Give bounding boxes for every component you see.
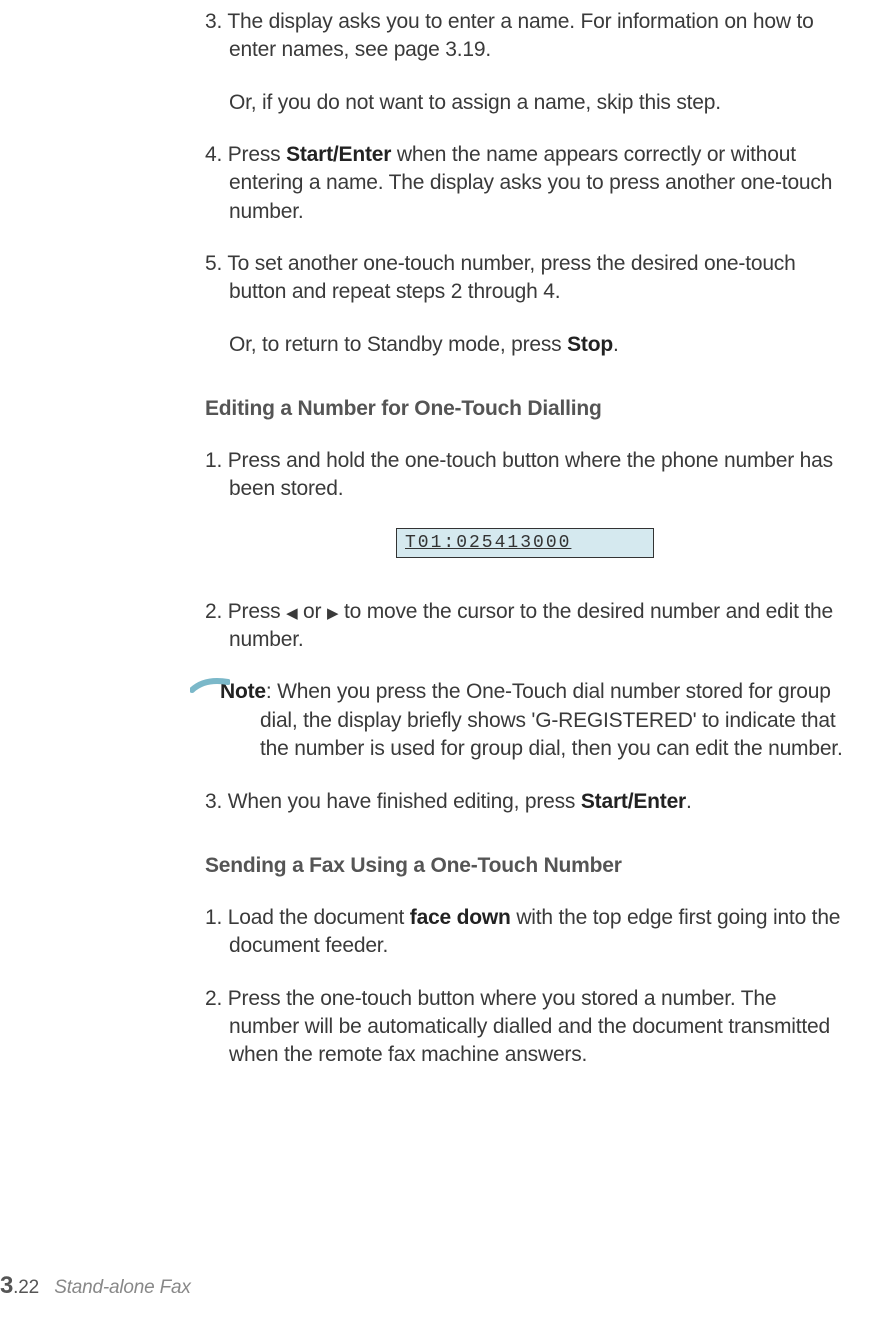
lcd-display: T01:025413000	[396, 528, 654, 558]
step-5-num: 5.	[205, 252, 227, 275]
right-arrow-icon: ▶	[327, 605, 338, 622]
fax-1-a: Load the document	[228, 906, 410, 929]
page-footer: 3.22 Stand-alone Fax	[0, 1272, 191, 1300]
edit-1-num: 1.	[205, 449, 228, 472]
edit-2-mid: or	[297, 600, 327, 623]
edit-3-num: 3.	[205, 790, 228, 813]
edit-3-a: When you have finished editing, press	[228, 790, 581, 813]
step-3-num: 3.	[205, 10, 227, 33]
left-arrow-icon: ◀	[286, 605, 297, 622]
edit-1-text: Press and hold the one-touch button wher…	[228, 449, 833, 500]
step-5-or-b: .	[613, 333, 619, 356]
note-block: Note: When you press the One-Touch dial …	[205, 678, 845, 763]
note-text: When you press the One-Touch dial number…	[260, 680, 843, 760]
edit-2-num: 2.	[205, 600, 228, 623]
page-title: Stand-alone Fax	[54, 1277, 190, 1298]
edit-step-2: 2. Press ◀ or ▶ to move the cursor to th…	[205, 598, 845, 655]
step-5-text: To set another one-touch number, press t…	[227, 252, 795, 303]
page-chapter: 3	[0, 1272, 13, 1299]
step-4-num: 4.	[205, 143, 228, 166]
swoosh-icon	[190, 674, 230, 694]
start-enter-label: Start/Enter	[286, 143, 391, 166]
edit-3-b: .	[686, 790, 692, 813]
step-5-or: Or, to return to Standby mode, press Sto…	[205, 331, 845, 359]
step-3-or: Or, if you do not want to assign a name,…	[205, 89, 845, 117]
page-number: 22	[18, 1277, 39, 1298]
fax-2-text: Press the one-touch button where you sto…	[228, 987, 830, 1067]
fax-2-num: 2.	[205, 987, 228, 1010]
face-down-label: face down	[410, 906, 511, 929]
heading-editing: Editing a Number for One-Touch Dialling	[205, 397, 845, 421]
start-enter-label-2: Start/Enter	[581, 790, 686, 813]
step-5-or-a: Or, to return to Standby mode, press	[229, 333, 567, 356]
step-5: 5. To set another one-touch number, pres…	[205, 250, 845, 307]
edit-step-3: 3. When you have finished editing, press…	[205, 788, 845, 816]
fax-step-1: 1. Load the document face down with the …	[205, 904, 845, 961]
step-4-a: Press	[228, 143, 286, 166]
step-3-text: The display asks you to enter a name. Fo…	[227, 10, 813, 61]
stop-label: Stop	[567, 333, 613, 356]
edit-step-1: 1. Press and hold the one-touch button w…	[205, 447, 845, 504]
heading-sending: Sending a Fax Using a One-Touch Number	[205, 854, 845, 878]
fax-step-2: 2. Press the one-touch button where you …	[205, 985, 845, 1070]
step-4: 4. Press Start/Enter when the name appea…	[205, 141, 845, 226]
step-3: 3. The display asks you to enter a name.…	[205, 8, 845, 65]
edit-2-a: Press	[228, 600, 286, 623]
note-colon: :	[266, 680, 277, 703]
fax-1-num: 1.	[205, 906, 228, 929]
